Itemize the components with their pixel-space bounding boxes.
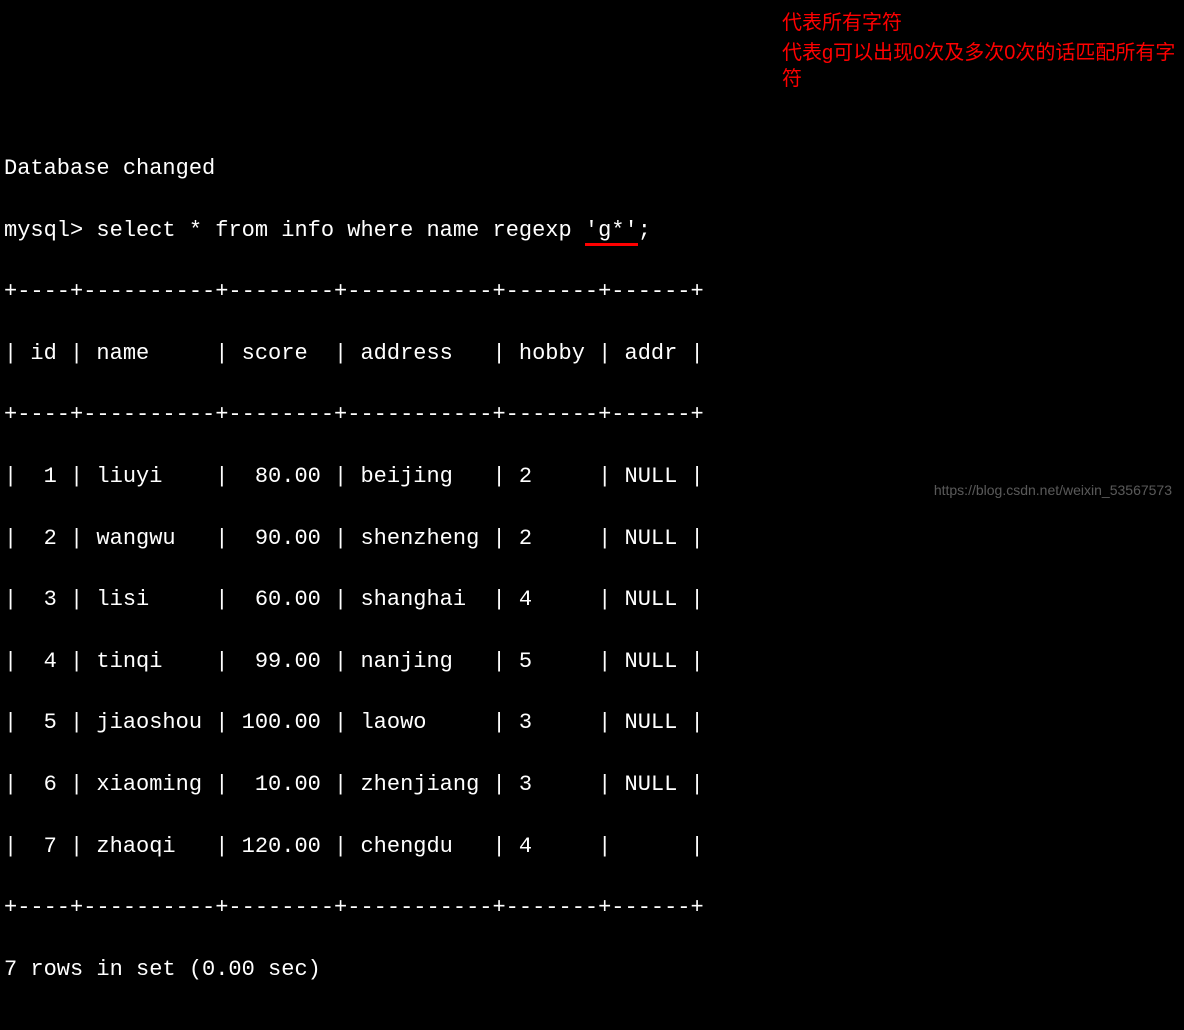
- status-line: Database changed: [4, 154, 1180, 185]
- table-header-row: | id | name | score | address | hobby | …: [4, 339, 1180, 370]
- table-border-bottom: +----+----------+--------+-----------+--…: [4, 893, 1180, 924]
- query-text-post: ;: [638, 218, 651, 243]
- mysql-prompt: mysql>: [4, 218, 96, 243]
- table-row: | 7 | zhaoqi | 120.00 | chengdu | 4 | |: [4, 832, 1180, 863]
- annotation-side: 代表g可以出现0次及多次0次的话匹配所有字符: [782, 40, 1182, 92]
- table-row: | 2 | wangwu | 90.00 | shenzheng | 2 | N…: [4, 524, 1180, 555]
- table-row: | 6 | xiaoming | 10.00 | zhenjiang | 3 |…: [4, 770, 1180, 801]
- table-row: | 4 | tinqi | 99.00 | nanjing | 5 | NULL…: [4, 647, 1180, 678]
- query-text-pre: select * from info where name regexp: [96, 218, 584, 243]
- query-regexp-pattern: 'g*': [585, 218, 638, 246]
- query-line: mysql> select * from info where name reg…: [4, 216, 1180, 247]
- table-row: | 3 | lisi | 60.00 | shanghai | 4 | NULL…: [4, 585, 1180, 616]
- annotation-top: 代表所有字符: [782, 10, 902, 36]
- table-border-top: +----+----------+--------+-----------+--…: [4, 277, 1180, 308]
- table-border-mid: +----+----------+--------+-----------+--…: [4, 400, 1180, 431]
- table-row: | 5 | jiaoshou | 100.00 | laowo | 3 | NU…: [4, 708, 1180, 739]
- watermark: https://blog.csdn.net/weixin_53567573: [934, 481, 1172, 501]
- result-footer: 7 rows in set (0.00 sec): [4, 955, 1180, 986]
- terminal-output: Database changed mysql> select * from in…: [0, 123, 1184, 1016]
